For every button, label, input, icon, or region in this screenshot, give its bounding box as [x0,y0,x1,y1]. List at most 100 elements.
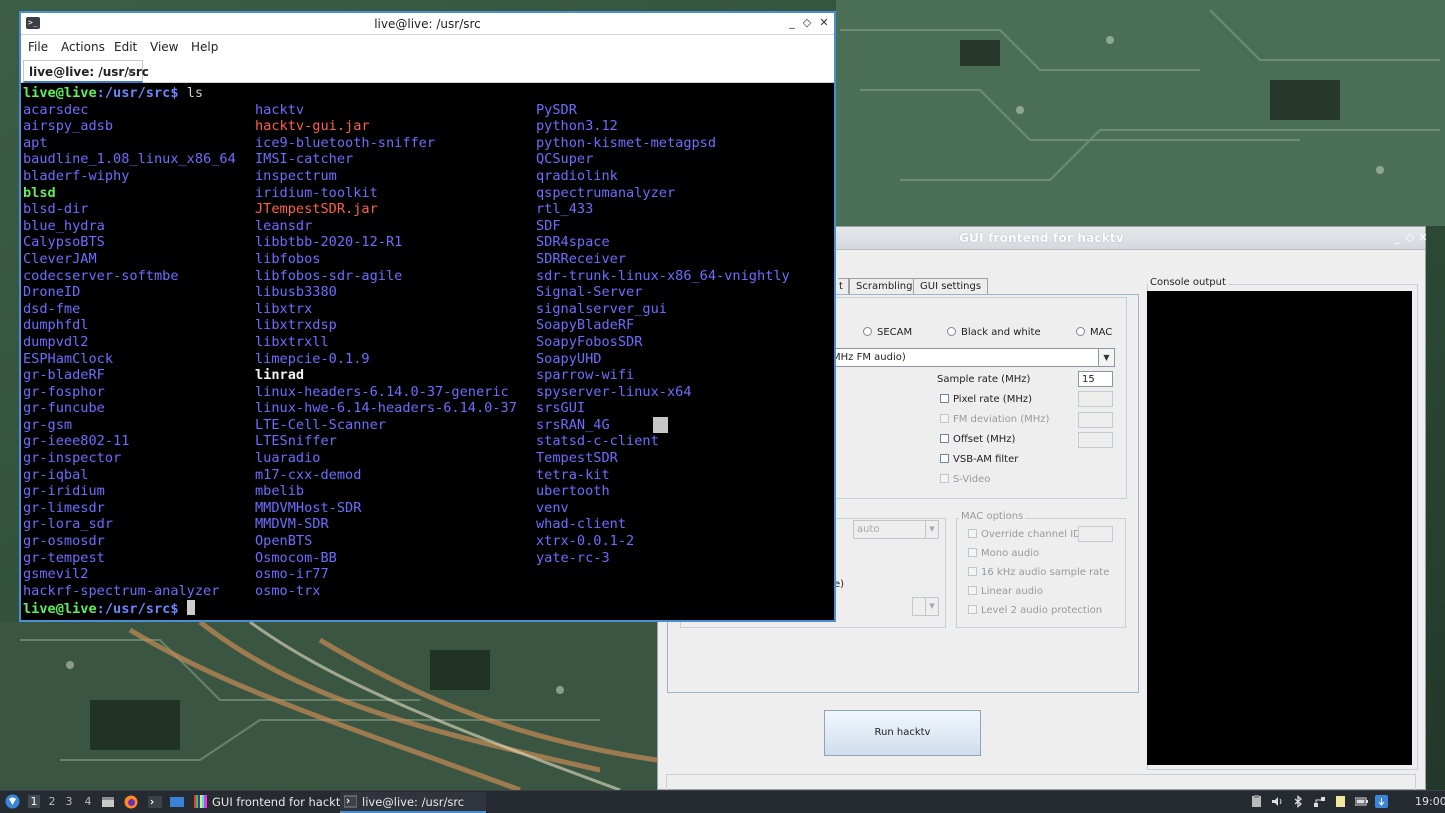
terminal-close-button[interactable]: ✕ [818,16,830,29]
level2-audio-protection-checkbox[interactable]: Level 2 audio protection [968,605,1102,616]
terminal-window-title: live@live: /usr/src [374,17,481,31]
ls-entry: dumpvdl2 [23,333,89,350]
gui-close-button[interactable]: ✕ [1417,231,1429,244]
override-channel-id-checkbox[interactable]: Override channel ID [968,529,1081,540]
radio-black-and-white[interactable]: Black and white [947,327,1041,338]
task-terminal[interactable]: live@live: /usr/src [340,792,486,813]
workspace-3[interactable]: 3 [63,795,75,808]
ls-entry: hacktv [255,101,305,118]
ls-entry: gr-lora_sdr [23,516,114,533]
fm-deviation-input[interactable] [1078,412,1113,428]
terminal-tab[interactable]: live@live: /usr/src × [23,60,149,83]
network-icon[interactable] [1313,795,1326,808]
show-desktop-icon[interactable] [170,795,184,809]
menu-edit[interactable]: Edit [114,40,137,54]
vsb-am-filter-checkbox[interactable]: VSB-AM filter [940,454,1018,465]
sample-rate-input[interactable]: 15 [1078,371,1113,387]
gui-minimize-button[interactable]: _ [1391,231,1403,244]
menu-view[interactable]: View [150,40,178,54]
ls-entry: ice9-bluetooth-sniffer [255,134,436,151]
ls-entry: dumphfdl [23,317,89,334]
taskbar: 1 2 3 4 GUI frontend for hacktv live@liv… [0,790,1445,813]
s-video-checkbox[interactable]: S-Video [940,474,990,485]
task-hacktv-gui[interactable]: GUI frontend for hacktv [190,792,347,813]
small-select[interactable]: ▼ [912,597,939,616]
mono-audio-checkbox[interactable]: Mono audio [968,548,1039,559]
auto-select[interactable]: auto ▼ [853,520,939,539]
ls-entry: statsd-c-client [536,433,659,450]
terminal-output[interactable]: live@live:/usr/src$ ls acarsdec airspy_ad… [21,85,834,620]
bluetooth-icon[interactable] [1292,795,1305,808]
ls-entry: libbtbb-2020-12-R1 [255,234,403,251]
workspace-2[interactable]: 2 [46,795,58,808]
ls-entry: hacktv-gui.jar [255,118,370,135]
ls-entry: SoapyUHD [536,350,602,367]
ls-entry: DroneID [23,284,81,301]
close-icon[interactable]: × [127,65,136,78]
firefox-icon[interactable] [124,795,138,809]
terminal-launcher-icon[interactable] [148,795,162,809]
ls-entry: gr-fosphor [23,383,105,400]
fm-deviation-checkbox[interactable]: FM deviation (MHz) [940,414,1049,425]
linear-audio-checkbox[interactable]: Linear audio [968,586,1043,597]
ls-entry: mbelib [255,483,305,500]
tab-scrambling[interactable]: Scrambling [849,278,920,295]
pixel-rate-checkbox[interactable]: Pixel rate (MHz) [940,394,1032,405]
mono-audio-label: Mono audio [981,548,1040,559]
update-icon[interactable] [1375,795,1388,808]
ls-entry: apt [23,134,48,151]
terminal-minimize-button[interactable]: _ [786,16,798,29]
workspace-1[interactable]: 1 [28,795,40,808]
mac-options-title: MAC options [959,511,1026,522]
text-cursor [186,599,195,615]
terminal-window[interactable]: >_ live@live: /usr/src _ ◇ ✕ File Action… [19,11,836,622]
ls-entry: whad-client [536,516,627,533]
volume-icon[interactable] [1271,795,1284,808]
checkbox-icon [940,454,949,463]
mode-select[interactable]: MHz FM audio) ▼ [828,348,1115,367]
ls-entry: m17-cxx-demod [255,466,362,483]
ls-column-2: hacktv hacktv-gui.jar ice9-bluetooth-sniff… [255,102,517,600]
pixel-rate-input[interactable] [1078,391,1113,407]
checkbox-icon [940,414,949,423]
menu-help[interactable]: Help [191,40,218,54]
notes-icon[interactable] [1334,795,1347,808]
radio-dot-icon [863,327,872,336]
ls-entry: Signal-Server [536,284,643,301]
radio-bw-label: Black and white [961,327,1041,338]
ls-entry: sdr-trunk-linux-x86_64-vnightly [536,267,790,284]
ls-entry: LTESniffer [255,433,337,450]
clock[interactable]: 19:00 [1415,795,1445,808]
offset-label: Offset (MHz) [953,434,1016,445]
offset-input[interactable] [1078,432,1113,448]
tab-gui-settings[interactable]: GUI settings [913,278,989,295]
ls-entry: yate-rc-3 [536,549,610,566]
ls-entry: gr-funcube [23,400,105,417]
terminal-titlebar[interactable]: >_ live@live: /usr/src _ ◇ ✕ [21,13,834,35]
checkbox-icon [968,548,977,557]
16khz-audio-checkbox[interactable]: 16 kHz audio sample rate [968,567,1109,578]
radio-mac[interactable]: MAC [1076,327,1112,338]
channel-id-input[interactable] [1078,526,1113,542]
ls-entry: SDRReceiver [536,250,627,267]
ls-entry: hackrf-spectrum-analyzer [23,582,220,599]
offset-checkbox[interactable]: Offset (MHz) [940,434,1015,445]
terminal-maximize-button[interactable]: ◇ [801,16,813,29]
gui-maximize-button[interactable]: ◇ [1404,231,1416,244]
file-manager-icon[interactable] [101,795,115,809]
battery-icon[interactable] [1355,795,1368,808]
ls-entry: LTE-Cell-Scanner [255,416,386,433]
ls-entry: libxtrxll [255,333,329,350]
start-menu-icon[interactable] [5,794,20,809]
ls-entry: osmo-ir77 [255,566,329,583]
run-hacktv-button[interactable]: Run hacktv [824,710,981,756]
menu-file[interactable]: File [28,40,48,54]
tab-partial[interactable]: t [838,278,849,295]
ls-entry: SDR4space [536,234,610,251]
ls-entry: venv [536,499,569,516]
clipboard-icon[interactable] [1250,795,1263,808]
workspace-4[interactable]: 4 [82,795,94,808]
console-output[interactable] [1147,291,1412,765]
radio-secam[interactable]: SECAM [863,327,912,338]
menu-actions[interactable]: Actions [61,40,105,54]
